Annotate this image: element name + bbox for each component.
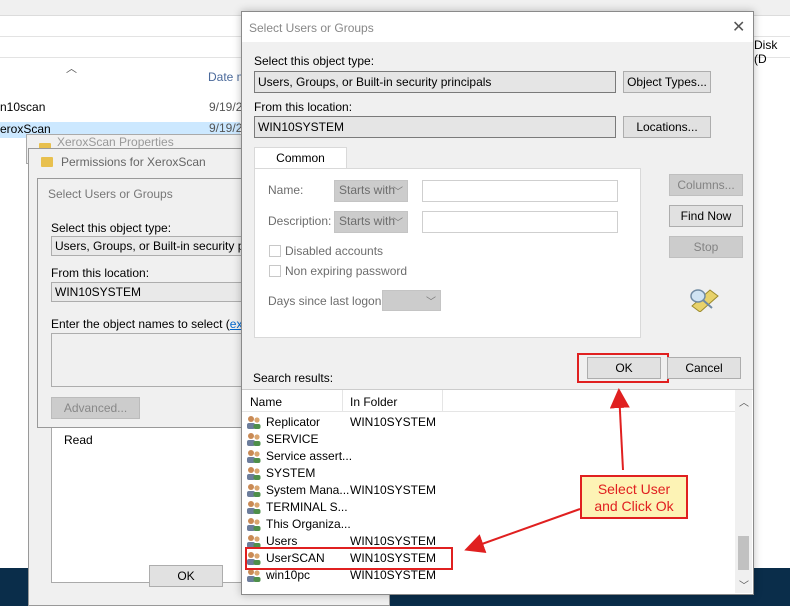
arrow-to-userscan <box>464 508 581 554</box>
arrow-to-ok <box>609 388 630 471</box>
annotation-arrows <box>464 388 630 554</box>
